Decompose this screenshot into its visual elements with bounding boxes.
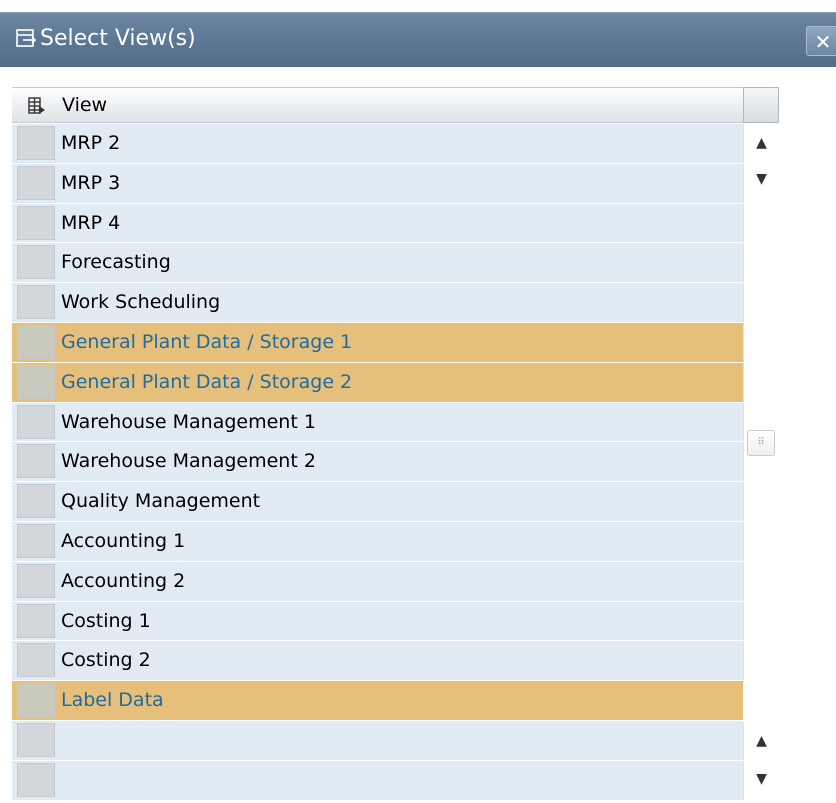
table-row[interactable]: Forecasting xyxy=(12,243,743,284)
row-label: Quality Management xyxy=(61,490,261,513)
row-selector-button[interactable] xyxy=(17,683,55,718)
arrow-up-icon: ▲ xyxy=(756,733,767,749)
select-all-button[interactable] xyxy=(743,87,779,123)
dialog-title: Select View(s) xyxy=(40,26,196,51)
row-label: Warehouse Management 1 xyxy=(61,410,316,433)
row-selector-button[interactable] xyxy=(17,444,55,479)
row-label: MRP 2 xyxy=(61,132,121,154)
table-row[interactable]: General Plant Data / Storage 2 xyxy=(12,362,743,403)
row-selector-button[interactable] xyxy=(17,165,55,200)
table-row[interactable]: Warehouse Management 2 xyxy=(12,442,743,483)
table-row[interactable]: Accounting 2 xyxy=(12,561,743,602)
table-row[interactable]: Label Data xyxy=(12,681,743,721)
row-label: Accounting 1 xyxy=(61,529,186,552)
row-label: Costing 2 xyxy=(61,649,151,672)
table-row[interactable]: MRP 3 xyxy=(12,163,743,204)
grip-icon: ⠿ xyxy=(757,437,765,448)
row-selector-button[interactable] xyxy=(17,484,55,519)
row-label: Warehouse Management 2 xyxy=(61,450,316,473)
table-row[interactable]: Costing 2 xyxy=(12,641,743,682)
table-row[interactable]: Quality Management xyxy=(12,482,743,522)
row-label: Work Scheduling xyxy=(61,291,221,314)
row-label: Accounting 2 xyxy=(61,569,186,592)
page-up-button[interactable]: ▲ xyxy=(744,722,779,760)
row-label: Forecasting xyxy=(61,251,171,274)
row-selector-button[interactable] xyxy=(17,285,55,320)
scroll-down-button[interactable]: ▼ xyxy=(744,160,779,198)
row-selector-button[interactable] xyxy=(17,364,55,399)
row-selector-button[interactable] xyxy=(17,523,55,558)
row-selector-button[interactable] xyxy=(17,205,55,240)
page-down-button[interactable]: ▼ xyxy=(744,760,779,798)
column-header-view[interactable]: View xyxy=(62,93,107,117)
views-table: MRP 2 MRP 3 MRP 4 Forecasting Work Schedulin… xyxy=(12,124,743,801)
table-row[interactable]: General Plant Data / Storage 1 xyxy=(12,322,743,363)
row-selector-button[interactable] xyxy=(17,563,55,598)
vertical-scrollbar[interactable]: ▲ ▼ ⠿ xyxy=(743,124,779,682)
row-label: General Plant Data / Storage 2 xyxy=(61,370,353,393)
row-selector-button[interactable] xyxy=(17,603,55,638)
row-selector-button[interactable] xyxy=(17,126,55,160)
row-selector-button[interactable] xyxy=(17,722,55,757)
row-selector-button[interactable] xyxy=(17,762,55,797)
arrow-down-icon: ▼ xyxy=(756,171,767,187)
select-view-icon xyxy=(16,29,37,47)
table-row[interactable]: Accounting 1 xyxy=(12,521,743,562)
arrow-down-icon: ▼ xyxy=(756,771,767,787)
table-header: View xyxy=(12,87,779,123)
arrow-up-icon: ▲ xyxy=(756,135,767,151)
table-row[interactable] xyxy=(12,760,743,801)
row-label: MRP 4 xyxy=(61,211,121,234)
close-button[interactable]: ✕ xyxy=(806,26,836,56)
row-selector-button[interactable] xyxy=(17,643,55,678)
scroll-thumb[interactable]: ⠿ xyxy=(747,430,775,456)
row-selector-button[interactable] xyxy=(17,404,55,439)
select-views-dialog: Select View(s) ✕ View MRP 2 MRP 3 MRP 4 For… xyxy=(0,0,836,803)
row-label: Costing 1 xyxy=(61,609,151,632)
page-scroll-buttons: ▲ ▼ xyxy=(743,722,779,800)
table-row[interactable]: Work Scheduling xyxy=(12,283,743,323)
row-selector-button[interactable] xyxy=(17,245,55,280)
row-selector-button[interactable] xyxy=(17,324,55,359)
scroll-up-button[interactable]: ▲ xyxy=(744,124,779,162)
column-settings-icon[interactable] xyxy=(27,96,47,116)
table-row[interactable]: MRP 4 xyxy=(12,203,743,244)
row-label: General Plant Data / Storage 1 xyxy=(61,330,353,353)
close-icon: ✕ xyxy=(814,30,832,54)
table-row[interactable]: MRP 2 xyxy=(12,124,743,164)
table-row[interactable]: Costing 1 xyxy=(12,601,743,642)
row-label: Label Data xyxy=(61,689,164,712)
dialog-titlebar[interactable]: Select View(s) ✕ xyxy=(0,12,836,67)
table-row[interactable] xyxy=(12,720,743,761)
row-label: MRP 3 xyxy=(61,171,121,194)
table-row[interactable]: Warehouse Management 1 xyxy=(12,402,743,443)
